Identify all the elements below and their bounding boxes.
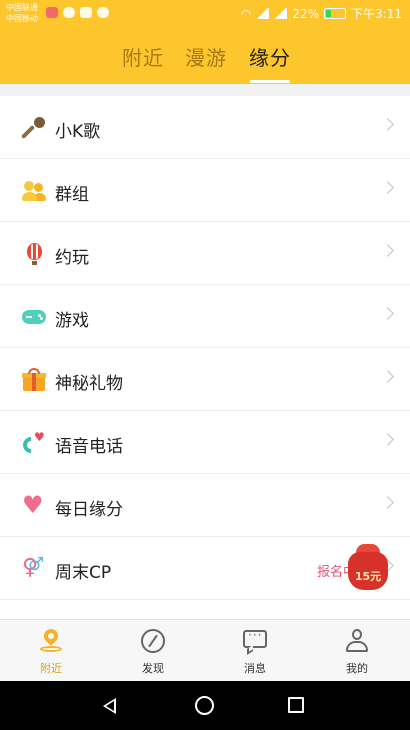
tab-nearby[interactable]: 附近 — [122, 42, 164, 71]
list-item-label: 每日缘分 — [55, 500, 123, 520]
list-item-label: 约玩 — [55, 248, 89, 268]
notification-icons — [46, 7, 109, 18]
back-icon[interactable] — [103, 698, 116, 714]
clock: 下午3:11 — [351, 7, 402, 21]
phone-heart-icon: ♥ — [19, 431, 46, 457]
red-packet-amount: 15元 — [354, 570, 382, 583]
location-pin-icon — [39, 626, 63, 653]
recents-icon[interactable] — [288, 697, 304, 713]
home-icon[interactable] — [195, 696, 214, 715]
chevron-right-icon — [381, 370, 394, 383]
gamepad-icon — [22, 305, 46, 329]
nav-nearby[interactable]: 附近 — [0, 620, 102, 682]
app-notification-icon — [46, 7, 58, 18]
chevron-right-icon — [381, 433, 394, 446]
chat-bubble-icon — [97, 7, 109, 18]
chevron-right-icon — [381, 496, 394, 509]
system-navigation-bar — [0, 681, 410, 730]
gender-icon: ♀ ♂ — [22, 554, 45, 580]
balloon-icon — [22, 242, 46, 266]
list-item-daily-match[interactable]: ♥ 每日缘分 — [0, 474, 410, 537]
carrier-labels: 中国联通 中国移动 — [6, 2, 38, 24]
heart-icon: ♥ — [22, 491, 44, 519]
nav-label: 发现 — [142, 662, 164, 675]
nav-label: 我的 — [346, 662, 368, 675]
list-item-label: 神秘礼物 — [55, 374, 123, 394]
wifi-icon: ◠ — [240, 6, 252, 21]
nav-label: 附近 — [40, 662, 62, 675]
wechat-icon — [63, 7, 75, 18]
list-item-groups[interactable]: 群组 — [0, 159, 410, 222]
list-item-meetup[interactable]: 约玩 — [0, 222, 410, 285]
chevron-right-icon — [381, 181, 394, 194]
microphone-icon — [20, 116, 46, 140]
list-item-label: 小K歌 — [55, 122, 101, 142]
nav-label: 消息 — [244, 662, 266, 675]
list-item-label: 群组 — [55, 185, 89, 205]
chevron-right-icon — [381, 118, 394, 131]
tab-fate[interactable]: 缘分 — [249, 42, 291, 71]
gift-icon — [22, 368, 46, 392]
list-item-label: 周末CP — [55, 563, 112, 583]
list-item-partial — [0, 600, 410, 619]
list-item-karaoke[interactable]: 小K歌 — [0, 96, 410, 159]
group-icon — [22, 179, 46, 203]
battery-icon — [324, 8, 347, 19]
carrier-2: 中国移动 — [6, 14, 38, 23]
list-item-label: 游戏 — [55, 311, 89, 331]
signal-4g-icon — [256, 8, 270, 19]
list-item-mystery-gift[interactable]: 神秘礼物 — [0, 348, 410, 411]
nav-me[interactable]: 我的 — [306, 620, 408, 682]
user-icon — [345, 629, 369, 653]
bottom-nav: 附近 发现 消息 我的 — [0, 619, 410, 681]
active-tab-indicator — [250, 80, 290, 83]
compass-icon — [141, 629, 165, 653]
list-item-voice-call[interactable]: ♥ 语音电话 — [0, 411, 410, 474]
message-icon — [243, 628, 267, 655]
list-item-games[interactable]: 游戏 — [0, 285, 410, 348]
nav-messages[interactable]: 消息 — [204, 620, 306, 682]
status-bar: 中国联通 中国移动 ◠ 22% 下午3:11 — [0, 0, 410, 28]
chevron-right-icon — [381, 244, 394, 257]
signal-2g-icon — [274, 8, 288, 19]
feature-list: 小K歌 群组 约玩 游戏 神秘礼物 ♥ 语音电话 ♥ 每日缘分 ♀ ♂ 周末CP … — [0, 96, 410, 619]
top-tab-bar: 附近 漫游 缘分 — [0, 28, 410, 84]
nav-discover[interactable]: 发现 — [102, 620, 204, 682]
battery-percent: 22% — [292, 6, 320, 21]
chevron-right-icon — [381, 307, 394, 320]
video-icon — [80, 7, 92, 18]
carrier-1: 中国联通 — [6, 3, 38, 12]
red-packet-button[interactable]: 15元 — [346, 544, 390, 592]
system-indicators: ◠ 22% 下午3:11 — [241, 5, 402, 22]
list-item-label: 语音电话 — [55, 437, 123, 457]
tab-roam[interactable]: 漫游 — [185, 42, 227, 71]
